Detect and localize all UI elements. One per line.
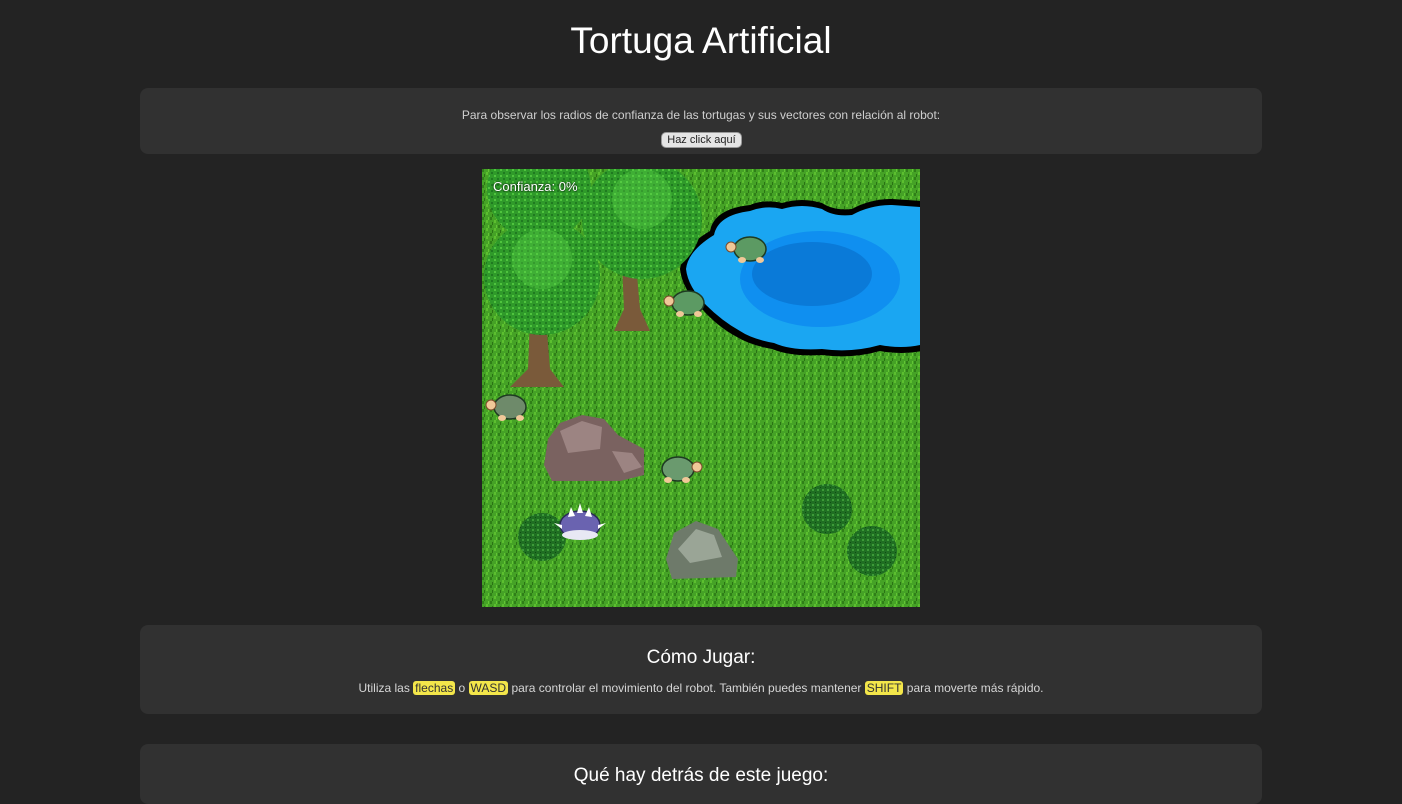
game-scene bbox=[482, 169, 920, 607]
howto-text-part: Utiliza las bbox=[358, 681, 414, 695]
info-text: Para observar los radios de confianza de… bbox=[461, 108, 941, 122]
how-to-play-heading: Cómo Jugar: bbox=[646, 647, 756, 668]
confidence-readout: Confianza: 0% bbox=[493, 179, 578, 194]
page-title: Tortuga Artificial bbox=[570, 20, 832, 61]
howto-text-part: para controlar el movimiento del robot. … bbox=[508, 681, 865, 695]
show-radii-button[interactable]: Haz click aquí bbox=[661, 132, 742, 148]
how-to-play-text: Utiliza las flechas o WASD para controla… bbox=[140, 681, 1262, 695]
key-wasd: WASD bbox=[468, 681, 509, 695]
howto-text-part: o bbox=[455, 681, 469, 695]
key-arrows: flechas bbox=[413, 681, 456, 695]
howto-text-part: para moverte más rápido. bbox=[903, 681, 1044, 695]
how-to-play-panel: Cómo Jugar: Utiliza las flechas o WASD p… bbox=[140, 625, 1262, 714]
behind-the-game-panel: Qué hay detrás de este juego: bbox=[140, 744, 1262, 804]
game-canvas[interactable]: Confianza: 0% bbox=[482, 169, 920, 607]
behind-the-game-heading: Qué hay detrás de este juego: bbox=[573, 765, 829, 786]
key-shift: SHIFT bbox=[864, 681, 904, 695]
